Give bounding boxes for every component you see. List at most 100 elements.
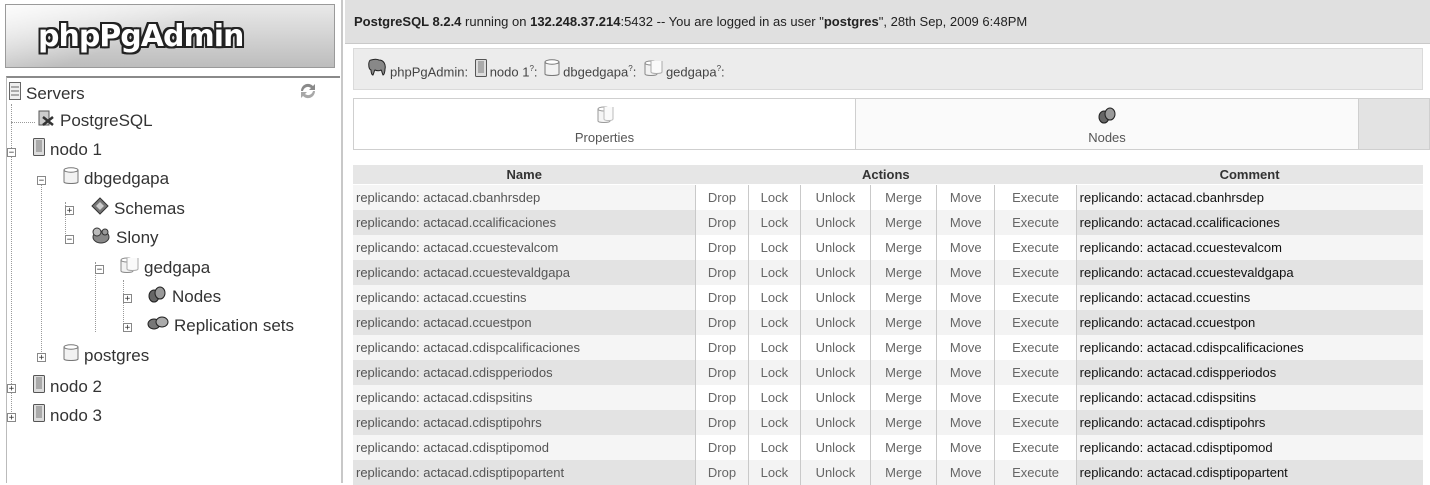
tree-node-nodo-2[interactable]: nodo 2 [33,375,102,399]
tree-node-dbgedgapa[interactable]: dbgedgapa [63,167,169,191]
lock-action-link[interactable]: Lock [748,410,800,435]
execute-action-link[interactable]: Execute [995,285,1076,310]
lock-action-link[interactable]: Lock [748,460,800,485]
tree-node-schemas[interactable]: Schemas [91,197,185,221]
breadcrumb-database[interactable]: dbgedgapa [563,64,628,79]
lock-action-link[interactable]: Lock [748,335,800,360]
unlock-action-link[interactable]: Unlock [800,360,870,385]
move-action-link[interactable]: Move [937,310,995,335]
unlock-action-link[interactable]: Unlock [800,310,870,335]
merge-action-link[interactable]: Merge [871,185,937,211]
merge-action-link[interactable]: Merge [871,260,937,285]
breadcrumb-cluster[interactable]: gedgapa [666,64,717,79]
unlock-action-link[interactable]: Unlock [800,435,870,460]
unlock-action-link[interactable]: Unlock [800,210,870,235]
expand-toggle-postgres[interactable]: + [37,353,46,362]
lock-action-link[interactable]: Lock [748,235,800,260]
merge-action-link[interactable]: Merge [871,335,937,360]
drop-action-link[interactable]: Drop [696,335,749,360]
collapse-toggle-slony[interactable]: − [65,235,74,244]
merge-action-link[interactable]: Merge [871,210,937,235]
breadcrumb-server[interactable]: nodo 1 [490,64,530,79]
execute-action-link[interactable]: Execute [995,260,1076,285]
drop-action-link[interactable]: Drop [696,410,749,435]
expand-toggle-nodo-2[interactable]: + [7,384,16,393]
unlock-action-link[interactable]: Unlock [800,260,870,285]
tree-node-nodes[interactable]: Nodes [147,285,221,309]
execute-action-link[interactable]: Execute [995,385,1076,410]
execute-action-link[interactable]: Execute [995,410,1076,435]
unlock-action-link[interactable]: Unlock [800,410,870,435]
tree-node-postgresql[interactable]: PostgreSQL [37,109,153,133]
drop-action-link[interactable]: Drop [696,235,749,260]
unlock-action-link[interactable]: Unlock [800,285,870,310]
drop-action-link[interactable]: Drop [696,260,749,285]
tree-node-nodo-3[interactable]: nodo 3 [33,404,102,428]
lock-action-link[interactable]: Lock [748,360,800,385]
tree-node-nodo-1[interactable]: nodo 1 [33,138,102,162]
unlock-action-link[interactable]: Unlock [800,385,870,410]
drop-action-link[interactable]: Drop [696,385,749,410]
merge-action-link[interactable]: Merge [871,460,937,485]
merge-action-link[interactable]: Merge [871,310,937,335]
move-action-link[interactable]: Move [937,260,995,285]
tree-node-replication-sets[interactable]: Replication sets [147,314,294,338]
expand-toggle-nodes[interactable]: + [123,294,132,303]
execute-action-link[interactable]: Execute [995,210,1076,235]
unlock-action-link[interactable]: Unlock [800,185,870,211]
merge-action-link[interactable]: Merge [871,285,937,310]
tree-node-gedgapa[interactable]: gedgapa [119,256,210,280]
drop-action-link[interactable]: Drop [696,460,749,485]
drop-action-link[interactable]: Drop [696,310,749,335]
tree-node-slony[interactable]: Slony [91,226,159,250]
drop-action-link[interactable]: Drop [696,210,749,235]
column-header-comment[interactable]: Comment [1076,165,1423,185]
execute-action-link[interactable]: Execute [995,235,1076,260]
move-action-link[interactable]: Move [937,235,995,260]
execute-action-link[interactable]: Execute [995,335,1076,360]
drop-action-link[interactable]: Drop [696,360,749,385]
expand-toggle-schemas[interactable]: + [65,206,74,215]
execute-action-link[interactable]: Execute [995,310,1076,335]
move-action-link[interactable]: Move [937,210,995,235]
unlock-action-link[interactable]: Unlock [800,335,870,360]
merge-action-link[interactable]: Merge [871,235,937,260]
merge-action-link[interactable]: Merge [871,385,937,410]
move-action-link[interactable]: Move [937,435,995,460]
lock-action-link[interactable]: Lock [748,435,800,460]
expand-toggle-replication-sets[interactable]: + [123,323,132,332]
drop-action-link[interactable]: Drop [696,185,749,211]
move-action-link[interactable]: Move [937,185,995,211]
app-logo[interactable]: phpPgAdmin [5,4,335,68]
lock-action-link[interactable]: Lock [748,285,800,310]
execute-action-link[interactable]: Execute [995,435,1076,460]
unlock-action-link[interactable]: Unlock [800,460,870,485]
execute-action-link[interactable]: Execute [995,185,1076,211]
collapse-toggle-gedgapa[interactable]: − [95,265,104,274]
tab-properties[interactable]: Properties [353,98,856,150]
execute-action-link[interactable]: Execute [995,360,1076,385]
move-action-link[interactable]: Move [937,285,995,310]
merge-action-link[interactable]: Merge [871,435,937,460]
move-action-link[interactable]: Move [937,410,995,435]
unlock-action-link[interactable]: Unlock [800,235,870,260]
expand-toggle-nodo-3[interactable]: + [7,413,16,422]
lock-action-link[interactable]: Lock [748,185,800,211]
move-action-link[interactable]: Move [937,335,995,360]
collapse-toggle-dbgedgapa[interactable]: − [37,176,46,185]
drop-action-link[interactable]: Drop [696,435,749,460]
tab-nodes[interactable]: Nodes [855,98,1359,150]
column-header-name[interactable]: Name [353,165,696,185]
lock-action-link[interactable]: Lock [748,210,800,235]
breadcrumb-root[interactable]: phpPgAdmin: [390,64,468,79]
tree-node-postgres[interactable]: postgres [63,344,149,368]
execute-action-link[interactable]: Execute [995,460,1076,485]
lock-action-link[interactable]: Lock [748,385,800,410]
lock-action-link[interactable]: Lock [748,310,800,335]
merge-action-link[interactable]: Merge [871,410,937,435]
move-action-link[interactable]: Move [937,360,995,385]
tree-node-servers[interactable]: Servers [9,82,85,106]
move-action-link[interactable]: Move [937,460,995,485]
lock-action-link[interactable]: Lock [748,260,800,285]
drop-action-link[interactable]: Drop [696,285,749,310]
